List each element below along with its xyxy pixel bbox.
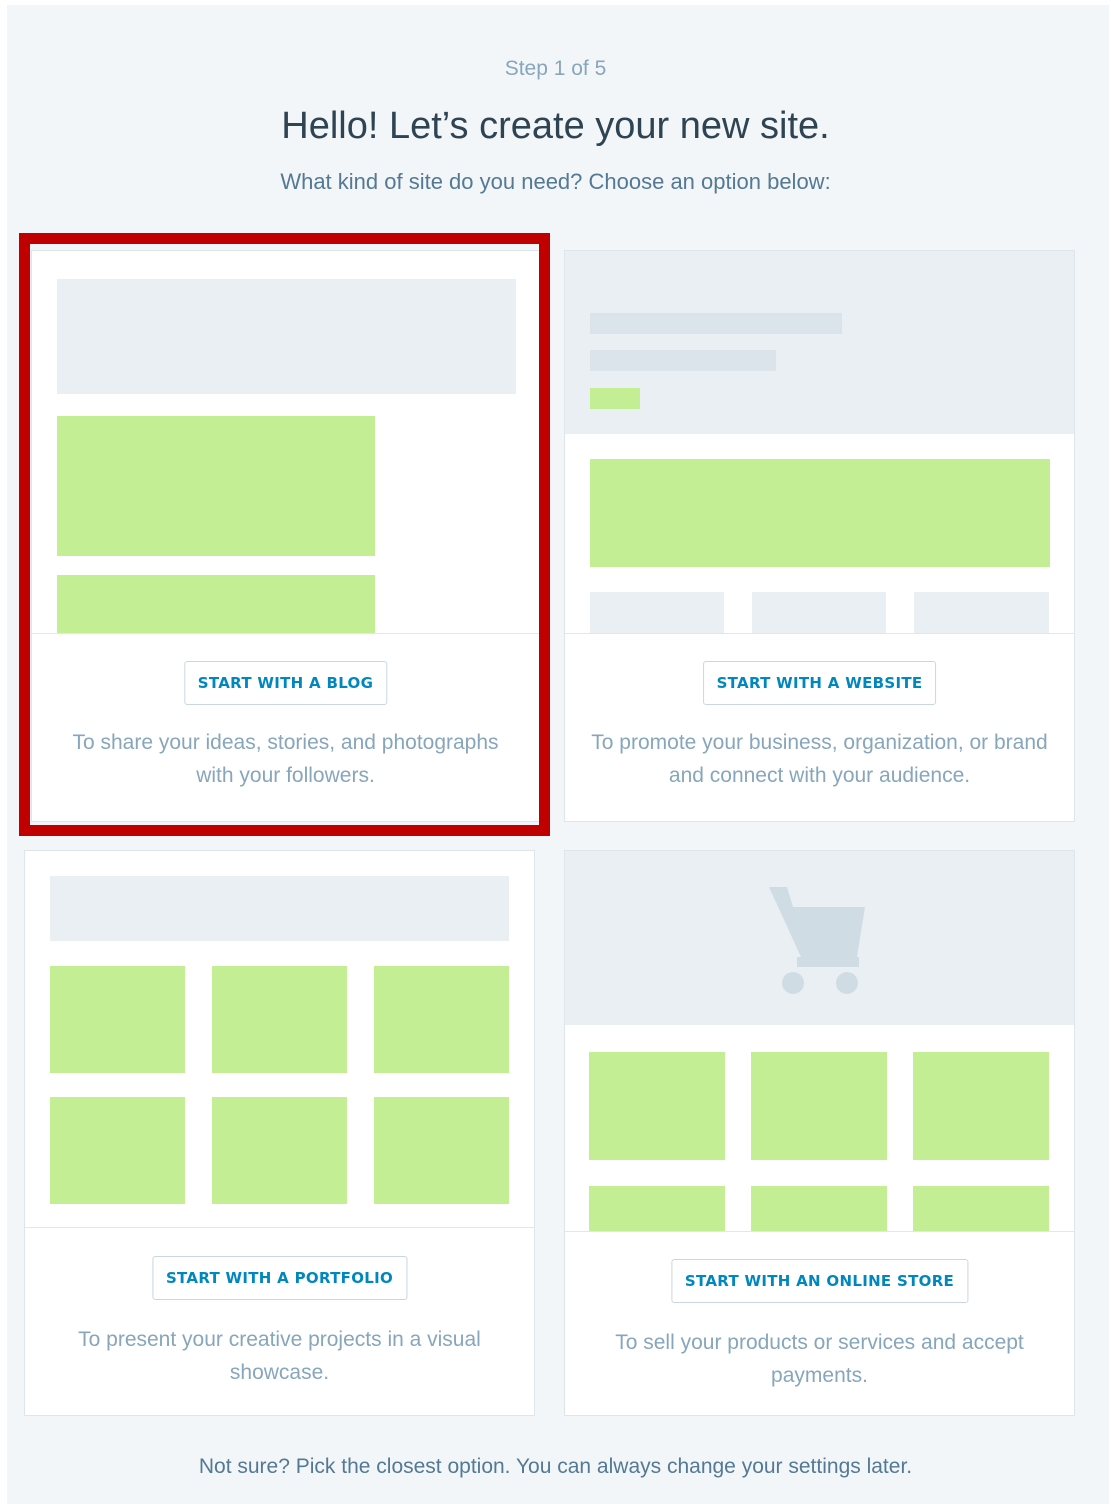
portfolio-preview-illustration [25,851,534,1228]
blog-description: To share your ideas, stories, and photog… [72,731,499,787]
online-store-option-card[interactable]: START WITH AN ONLINE STORE To sell your … [564,850,1075,1416]
portfolio-option-card[interactable]: START WITH A PORTFOLIO To present your c… [24,850,535,1416]
website-option-card[interactable]: START WITH A WEBSITE To promote your bus… [564,250,1075,822]
page-title: Hello! Let’s create your new site. [281,105,830,147]
page-subtitle: What kind of site do you need? Choose an… [280,169,831,194]
start-with-online-store-button[interactable]: START WITH AN ONLINE STORE [670,1259,969,1303]
step-indicator: Step 1 of 5 [504,57,607,80]
website-description: To promote your business, organization, … [591,731,1048,787]
website-preview-illustration [565,251,1074,634]
online-store-description: To sell your products or services and ac… [615,1331,1024,1387]
blog-preview-illustration [32,251,539,634]
footer-note: Not sure? Pick the closest option. You c… [198,1455,913,1478]
blog-option-card[interactable]: START WITH A BLOG To share your ideas, s… [31,250,540,822]
portfolio-description: To present your creative projects in a v… [78,1328,481,1384]
start-with-portfolio-button[interactable]: START WITH A PORTFOLIO [151,1256,408,1300]
shopping-cart-icon [769,887,865,994]
online-store-preview-illustration [565,851,1074,1232]
start-with-blog-button[interactable]: START WITH A BLOG [183,661,388,705]
site-type-page: Step 1 of 5 Hello! Let’s create your new… [7,5,1109,1504]
start-with-website-button[interactable]: START WITH A WEBSITE [702,661,937,705]
